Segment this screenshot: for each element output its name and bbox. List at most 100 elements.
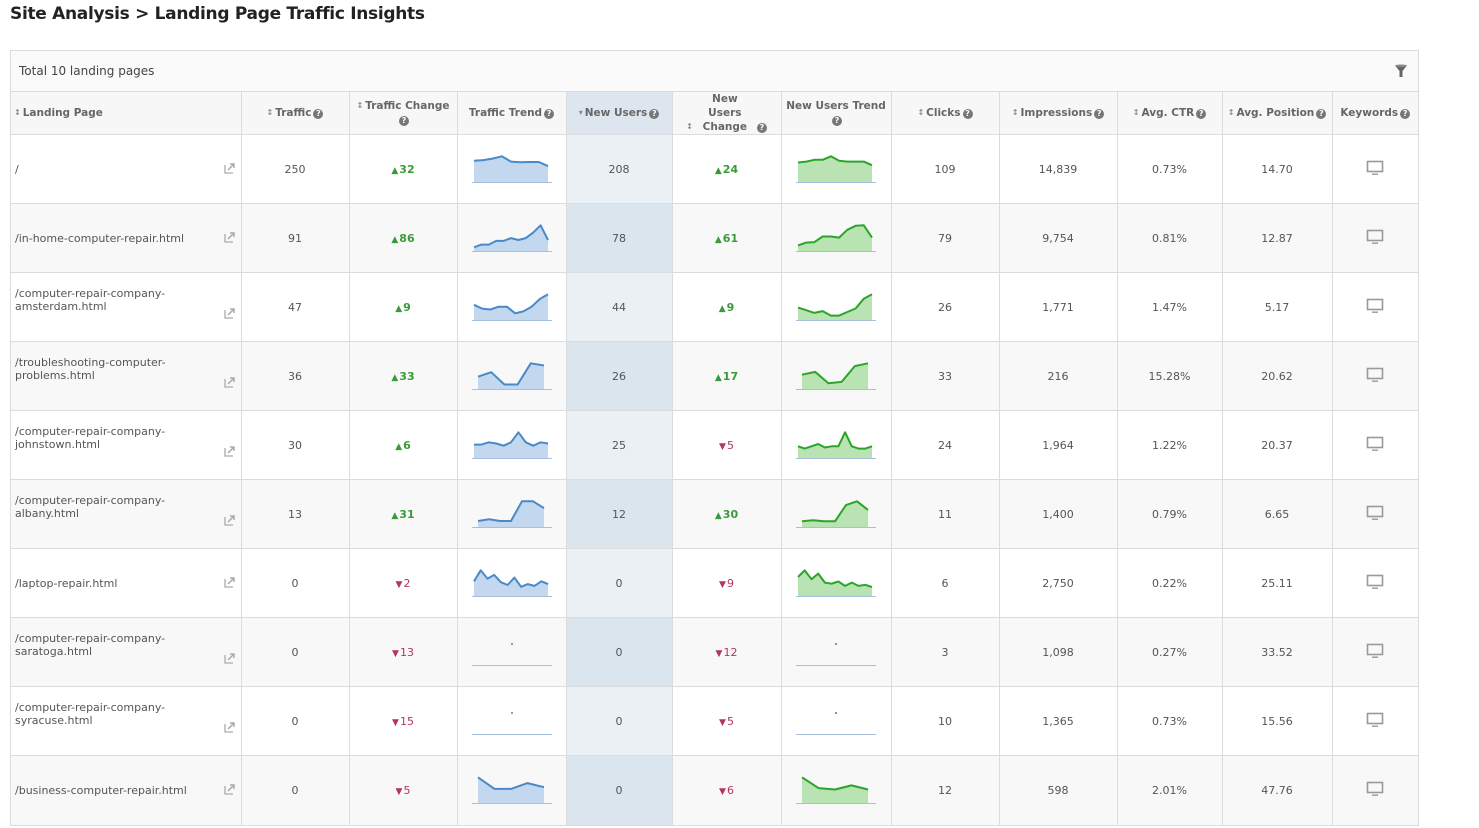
new-users-trend-cell xyxy=(781,617,892,687)
column-label: Clicks xyxy=(926,107,961,119)
view-keywords-button[interactable] xyxy=(1366,298,1384,314)
view-keywords-button[interactable] xyxy=(1366,643,1384,659)
new-users-change-cell: ▲61 xyxy=(672,203,782,273)
keywords-cell xyxy=(1332,134,1418,204)
landing-page-url[interactable]: / xyxy=(15,163,237,176)
view-keywords-button[interactable] xyxy=(1366,436,1384,452)
landing-page-url[interactable]: /computer-repair-company-syracuse.html xyxy=(15,701,237,727)
landing-page-url[interactable]: /laptop-repair.html xyxy=(15,577,237,590)
change-value: 86 xyxy=(399,231,415,245)
view-keywords-button[interactable] xyxy=(1366,574,1384,590)
help-icon[interactable]: ? xyxy=(313,109,324,119)
column-header-clicks[interactable]: ↕ Clicks? xyxy=(891,92,1000,135)
change-value: 15 xyxy=(399,714,414,728)
avg-position-cell: 20.37 xyxy=(1222,410,1333,480)
avg-ctr-cell: 0.73% xyxy=(1117,134,1223,204)
external-link-button[interactable] xyxy=(223,721,236,736)
landing-page-url[interactable]: /business-computer-repair.html xyxy=(15,784,237,797)
column-header-traffic-change[interactable]: ↕ Traffic Change? xyxy=(349,92,458,135)
landing-page-url[interactable]: /in-home-computer-repair.html xyxy=(15,232,237,245)
new-users-trend-cell xyxy=(781,203,892,273)
page-title: Site Analysis > Landing Page Traffic Ins… xyxy=(10,4,425,24)
landing-page-cell: /in-home-computer-repair.html xyxy=(11,203,242,273)
change-decrease: ▼9 xyxy=(719,577,734,590)
external-link-button[interactable] xyxy=(223,576,236,591)
clicks-cell: 26 xyxy=(891,272,1000,342)
new-users-change-cell: ▼5 xyxy=(672,410,782,480)
sort-icon[interactable]: ↕ xyxy=(357,99,364,113)
traffic-trend-sparkline xyxy=(471,362,552,390)
sort-icon[interactable]: ↕ xyxy=(917,106,924,120)
view-keywords-button[interactable] xyxy=(1366,229,1384,245)
external-link-button[interactable] xyxy=(223,445,236,460)
view-keywords-button[interactable] xyxy=(1366,505,1384,521)
external-link-button[interactable] xyxy=(223,652,236,667)
landing-page-url[interactable]: /troubleshooting-computer-problems.html xyxy=(15,356,237,382)
landing-page-url[interactable]: /computer-repair-company-saratoga.html xyxy=(15,632,237,658)
column-label: New Users Trend xyxy=(786,100,886,112)
view-keywords-button[interactable] xyxy=(1366,160,1384,176)
help-icon[interactable]: ? xyxy=(399,116,409,126)
keywords-cell xyxy=(1332,755,1418,825)
traffic-trend-cell xyxy=(457,755,567,825)
clicks-cell: 12 xyxy=(891,755,1000,825)
column-header-avg-ctr[interactable]: ↕ Avg. CTR? xyxy=(1117,92,1223,135)
sort-desc-icon[interactable]: ▾ xyxy=(579,106,583,120)
view-keywords-button[interactable] xyxy=(1366,712,1384,728)
column-header-impressions[interactable]: ↕ Impressions? xyxy=(999,92,1118,135)
external-link-button[interactable] xyxy=(223,514,236,529)
sort-icon[interactable]: ↕ xyxy=(1133,106,1140,120)
external-link-button[interactable] xyxy=(223,376,236,391)
external-link-button[interactable] xyxy=(223,783,236,798)
keywords-cell xyxy=(1332,341,1418,411)
triangle-down-icon: ▼ xyxy=(715,648,723,659)
sparkline-area xyxy=(802,363,868,389)
column-header-traffic[interactable]: ↕ Traffic? xyxy=(241,92,350,135)
new-users-change-cell: ▲30 xyxy=(672,479,782,549)
help-icon[interactable]: ? xyxy=(544,109,555,119)
avg-ctr-cell: 2.01% xyxy=(1117,755,1223,825)
column-header-landing-page[interactable]: ↕ Landing Page xyxy=(11,92,242,135)
sort-icon[interactable]: ↕ xyxy=(1228,106,1235,120)
column-header-avg-position[interactable]: ↕ Avg. Position? xyxy=(1222,92,1333,135)
column-header-new-users-change[interactable]: ↕ New Users Change? xyxy=(672,92,782,135)
help-icon[interactable]: ? xyxy=(832,116,842,126)
external-link-button[interactable] xyxy=(223,162,236,177)
column-header-keywords: Keywords? xyxy=(1332,92,1418,135)
help-icon[interactable]: ? xyxy=(1094,109,1105,119)
landing-page-url[interactable]: /computer-repair-company-albany.html xyxy=(15,494,237,520)
triangle-down-icon: ▼ xyxy=(719,717,726,728)
sort-icon[interactable]: ↕ xyxy=(1012,106,1019,120)
help-icon[interactable]: ? xyxy=(962,109,973,119)
avg-ctr-cell: 15.28% xyxy=(1117,341,1223,411)
change-value: 12 xyxy=(723,645,738,659)
help-icon[interactable]: ? xyxy=(1400,109,1411,119)
view-keywords-button[interactable] xyxy=(1366,781,1384,797)
change-value: 9 xyxy=(726,576,734,590)
new-users-cell: 0 xyxy=(566,617,673,687)
sort-icon[interactable]: ↕ xyxy=(686,120,693,134)
traffic-trend-sparkline xyxy=(471,643,552,666)
avg-ctr-cell: 0.79% xyxy=(1117,479,1223,549)
sort-icon[interactable]: ↕ xyxy=(267,106,274,120)
help-icon[interactable]: ? xyxy=(1196,109,1207,119)
traffic-trend-sparkline xyxy=(471,500,552,528)
external-link-button[interactable] xyxy=(223,307,236,322)
new-users-trend-cell xyxy=(781,134,892,204)
landing-page-url[interactable]: /computer-repair-company-johnstown.html xyxy=(15,425,237,451)
keywords-cell xyxy=(1332,410,1418,480)
help-icon[interactable]: ? xyxy=(649,109,660,119)
change-value: 32 xyxy=(399,162,415,176)
triangle-down-icon: ▼ xyxy=(395,579,403,590)
external-link-button[interactable] xyxy=(223,231,236,246)
sort-icon[interactable]: ↕ xyxy=(14,106,21,120)
column-header-new-users[interactable]: ▾ New Users? xyxy=(566,92,673,135)
filter-button[interactable] xyxy=(1392,62,1410,80)
monitor-icon xyxy=(1366,298,1384,313)
view-keywords-button[interactable] xyxy=(1366,367,1384,383)
keywords-cell xyxy=(1332,479,1418,549)
landing-page-url[interactable]: /computer-repair-company-amsterdam.html xyxy=(15,287,237,313)
monitor-icon xyxy=(1366,436,1384,451)
help-icon[interactable]: ? xyxy=(756,123,767,133)
help-icon[interactable]: ? xyxy=(1316,109,1327,119)
